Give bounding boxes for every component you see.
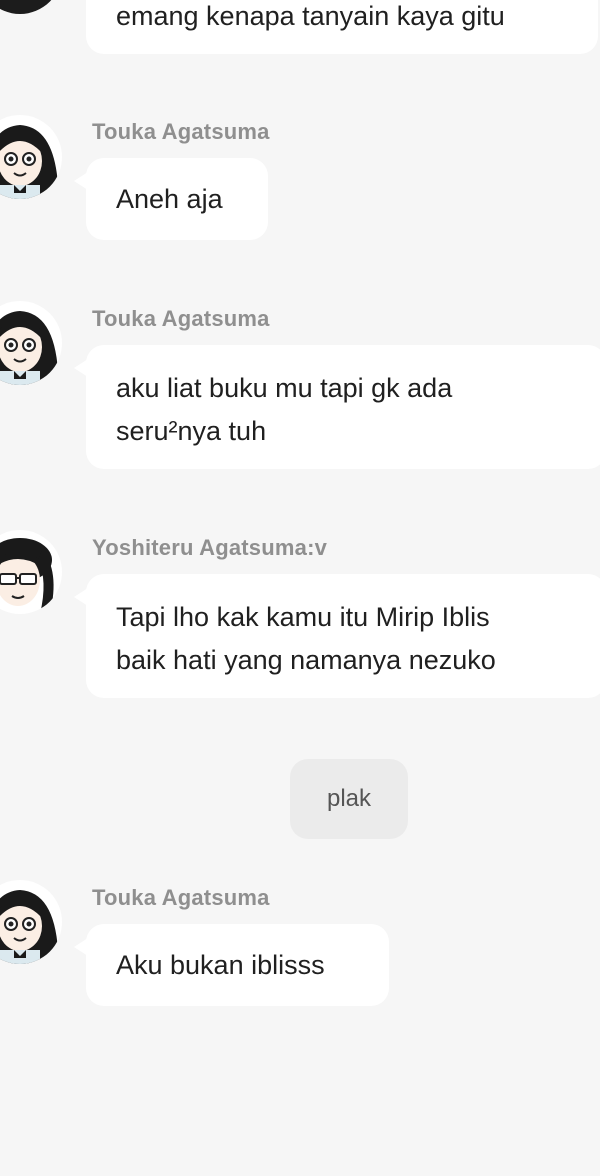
message-bubble[interactable]: Aku bukan iblisss xyxy=(74,924,389,1006)
message-text-line: aku liat buku mu tapi gk ada xyxy=(116,373,453,403)
message-text-line: Aku bukan iblisss xyxy=(116,950,325,980)
message-text-line: seru²nya tuh xyxy=(116,416,267,446)
sender-avatar[interactable] xyxy=(0,530,62,614)
message-text-line: baik hati yang namanya nezuko xyxy=(116,645,496,675)
system-message: plak xyxy=(290,759,408,839)
message-bubble[interactable]: Aneh aja xyxy=(74,158,268,240)
sender-avatar[interactable] xyxy=(0,880,62,964)
message-bubble[interactable]: Tapi lho kak kamu itu Mirip Iblis baik h… xyxy=(74,574,600,698)
avatar-illustration-icon xyxy=(0,890,58,964)
sender-name: Touka Agatsuma xyxy=(92,119,270,144)
sender-name: Yoshiteru Agatsuma:v xyxy=(92,535,328,560)
message-text-line: Tapi lho kak kamu itu Mirip Iblis xyxy=(116,602,490,632)
avatar-illustration-icon xyxy=(0,0,52,14)
avatar-illustration-icon xyxy=(0,125,58,199)
sender-avatar[interactable] xyxy=(0,301,62,385)
message-text-line: emang kenapa tanyain kaya gitu xyxy=(116,1,505,31)
message-bubble[interactable]: emang kenapa tanyain kaya gitu xyxy=(86,0,598,54)
sender-name: Touka Agatsuma xyxy=(92,885,270,910)
sender-avatar[interactable] xyxy=(0,0,62,14)
sender-avatar[interactable] xyxy=(0,115,62,199)
avatar-illustration-icon xyxy=(0,538,54,614)
message-bubble[interactable]: aku liat buku mu tapi gk ada seru²nya tu… xyxy=(74,345,600,469)
avatar-illustration-icon xyxy=(0,311,58,385)
message-text-line: Aneh aja xyxy=(116,184,223,214)
sender-name: Touka Agatsuma xyxy=(92,306,270,331)
